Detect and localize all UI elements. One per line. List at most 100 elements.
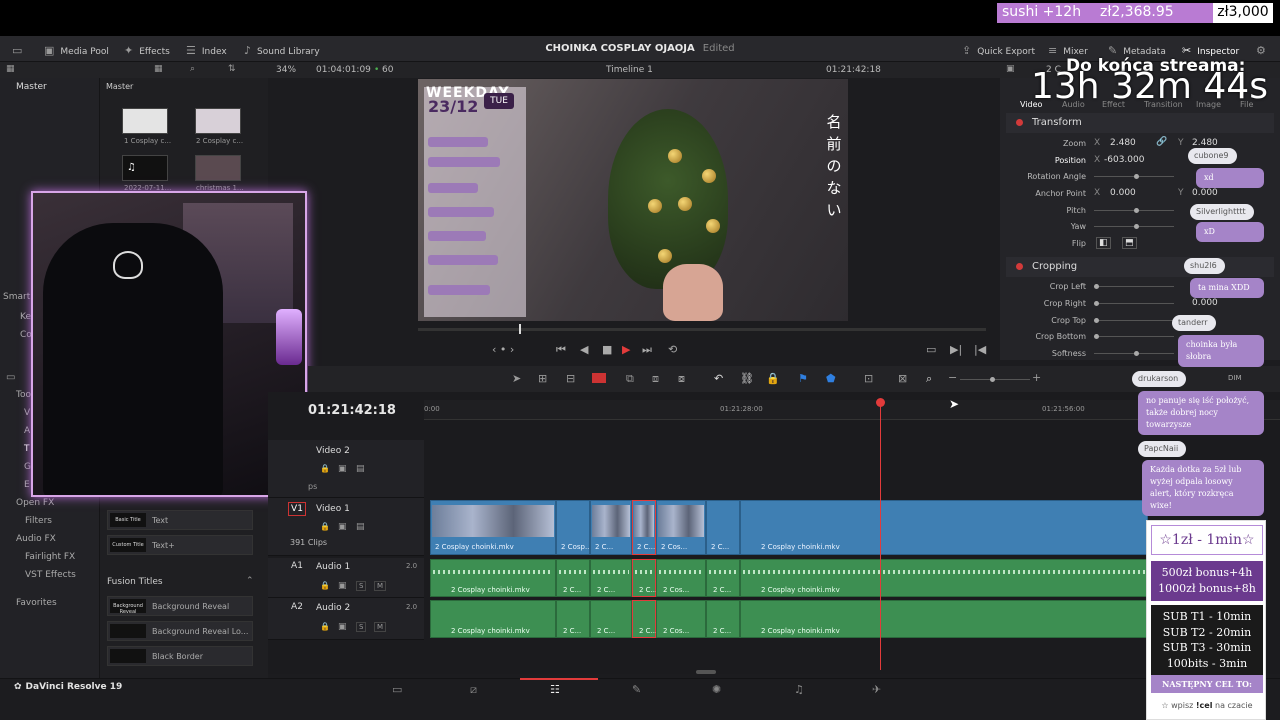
audio-clip[interactable]: 2 Cosplay choinki.mkv <box>430 559 556 597</box>
quick-export-button[interactable]: ⇪ Quick Export <box>962 44 1035 57</box>
sidebar-item-video[interactable]: V <box>24 408 30 418</box>
enable-dot-icon[interactable] <box>1016 263 1023 270</box>
zoom-out-icon[interactable]: − <box>948 371 957 384</box>
solo-button[interactable]: S <box>356 622 367 632</box>
effect-item-background-reveal[interactable]: Background Reveal Background Reveal <box>107 596 253 616</box>
track-header-video2[interactable]: Video 2 ps 🔒 ▣ ▤ <box>268 440 424 498</box>
sort-icon[interactable]: ⇅ <box>228 64 236 74</box>
panel-toggle-icon[interactable]: ▦ <box>6 64 15 74</box>
softness-slider[interactable] <box>1094 351 1174 356</box>
position-x-field[interactable]: -603.000 <box>1104 155 1144 165</box>
audio-clip[interactable]: 2 Cosplay choinki.mkv <box>430 600 556 638</box>
video-clip[interactable]: 2 C... <box>706 500 740 555</box>
link-icon[interactable]: 🔗 <box>1156 137 1167 147</box>
crop-top-slider[interactable] <box>1094 318 1174 323</box>
cut-page-icon[interactable]: ⧄ <box>470 683 477 697</box>
lock-track-icon[interactable]: 🔒 <box>320 522 330 531</box>
stop-icon[interactable]: ■ <box>602 343 612 356</box>
zoom-x-field[interactable]: 2.480 <box>1110 138 1136 148</box>
solo-button[interactable]: S <box>356 581 367 591</box>
sidebar-item-audio[interactable]: A <box>24 426 30 436</box>
cropping-section[interactable]: Cropping <box>1006 257 1274 277</box>
audio-clip[interactable]: 2 C... <box>556 559 590 597</box>
video-viewer[interactable]: WEEKDAY 23/12 TUE 名前のない <box>418 79 848 321</box>
overwrite-clip-icon[interactable]: ⧈ <box>652 372 659 386</box>
sidebar-item-audio-fx[interactable]: Audio FX <box>16 534 56 544</box>
deliver-page-icon[interactable]: ✈ <box>872 683 881 696</box>
scrubber-handle[interactable] <box>519 324 521 334</box>
enable-dot-icon[interactable] <box>1016 119 1023 126</box>
timeline-panel-icon[interactable]: ▭ <box>6 372 15 383</box>
sidebar-item-effects[interactable]: E <box>24 480 30 490</box>
crop-left-slider[interactable] <box>1094 284 1174 289</box>
sidebar-item-titles[interactable]: T <box>24 444 30 454</box>
effect-item-black-border[interactable]: Black Border <box>107 646 253 666</box>
smart-bins[interactable]: Smart <box>3 292 30 302</box>
selection-tool-icon[interactable]: ➤ <box>512 372 521 385</box>
crop-right-slider[interactable] <box>1094 301 1174 306</box>
anchor-x-field[interactable]: 0.000 <box>1110 188 1136 198</box>
audio-clip[interactable]: 2 Cosplay choinki.mkv <box>740 559 1148 597</box>
match-frame-icon[interactable]: ▭ <box>926 343 936 356</box>
zoom-icon[interactable]: ⌕ <box>926 372 932 386</box>
yaw-slider[interactable] <box>1094 224 1174 229</box>
inspector-panel-icon[interactable]: ▣ <box>1006 64 1015 74</box>
next-edit-icon[interactable]: ▶| <box>950 343 962 356</box>
last-frame-icon[interactable]: ⏭ <box>642 343 652 357</box>
media-thumbnail[interactable] <box>195 155 241 181</box>
video-clip-selected[interactable]: 2 C... <box>632 500 656 555</box>
replace-clip-icon[interactable]: ⧇ <box>678 372 685 386</box>
video-clip[interactable]: 2 Cos... <box>656 500 706 555</box>
crop-bottom-slider[interactable] <box>1094 334 1174 339</box>
mute-button[interactable]: M <box>374 581 387 591</box>
lock-icon[interactable]: 🔒 <box>766 372 780 385</box>
transform-section[interactable]: Transform <box>1006 113 1274 133</box>
color-page-icon[interactable]: ✺ <box>712 683 721 696</box>
master-bin[interactable]: Master <box>16 82 47 92</box>
zoom-level[interactable]: 34% <box>276 65 296 75</box>
audio-thumbnail[interactable]: ♫ <box>122 155 168 181</box>
trim-tool-icon[interactable]: ⊞ <box>538 372 547 385</box>
blade-tool-icon[interactable] <box>592 373 606 383</box>
fairlight-page-icon[interactable]: ♫ <box>794 683 804 696</box>
mute-button[interactable]: M <box>374 622 387 632</box>
snapping-icon[interactable]: ↶ <box>714 372 723 385</box>
audio-clip[interactable]: 2 Cos... <box>656 600 706 638</box>
play-icon[interactable]: ▶ <box>622 343 630 356</box>
sidebar-item-generators[interactable]: G <box>24 462 31 472</box>
jog-icon[interactable]: ‹ • › <box>492 343 514 356</box>
media-thumbnail[interactable] <box>122 108 168 134</box>
playhead-handle[interactable] <box>876 398 885 407</box>
zoom-y-field[interactable]: 2.480 <box>1192 138 1218 148</box>
pitch-slider[interactable] <box>1094 208 1174 213</box>
audio-clip[interactable]: 2 C... <box>590 559 632 597</box>
loop-icon[interactable]: ⟲ <box>668 343 677 356</box>
sidebar-item-open-fx[interactable]: Open FX <box>16 498 54 508</box>
anchor-y-field[interactable]: 0.000 <box>1192 188 1218 198</box>
lock-track-icon[interactable]: 🔒 <box>320 622 330 631</box>
auto-select-icon[interactable]: ▣ <box>338 522 347 532</box>
marker-icon[interactable]: ⬟ <box>826 372 836 385</box>
timeline-timecode[interactable]: 01:21:42:18 <box>308 403 396 418</box>
sidebar-item-toolbox[interactable]: Too <box>16 390 31 400</box>
audio-clip[interactable]: 2 C... <box>556 600 590 638</box>
prev-edit-icon[interactable]: |◀ <box>974 343 986 356</box>
track-header-audio1[interactable]: A1 Audio 1 2.0 🔒 ▣ S M <box>268 558 424 598</box>
audio-clip[interactable]: 2 Cos... <box>656 559 706 597</box>
reverse-play-icon[interactable]: ◀ <box>580 343 588 356</box>
auto-select-icon[interactable]: ▣ <box>338 464 347 474</box>
audio-clip[interactable]: 2 Cosplay choinki.mkv <box>740 600 1148 638</box>
crop-right-field[interactable]: 0.000 <box>1192 298 1218 308</box>
chevron-up-icon[interactable]: ⌃ <box>246 576 254 586</box>
media-thumbnail[interactable] <box>195 108 241 134</box>
zoom-in-icon[interactable]: + <box>1032 371 1041 384</box>
sidebar-item-vst-effects[interactable]: VST Effects <box>25 570 76 580</box>
track-visible-icon[interactable]: ▤ <box>356 464 365 474</box>
zoom-detail-icon[interactable]: ⊠ <box>898 372 907 385</box>
video-clip[interactable]: 2 Cosp... <box>556 500 592 555</box>
linked-selection-icon[interactable]: ⛓ <box>740 372 754 385</box>
auto-select-icon[interactable]: ▣ <box>338 581 347 591</box>
track-header-audio2[interactable]: A2 Audio 2 2.0 🔒 ▣ S M <box>268 598 424 640</box>
zoom-fit-icon[interactable]: ⊡ <box>864 372 873 385</box>
first-frame-icon[interactable]: ⏮ <box>556 343 566 357</box>
